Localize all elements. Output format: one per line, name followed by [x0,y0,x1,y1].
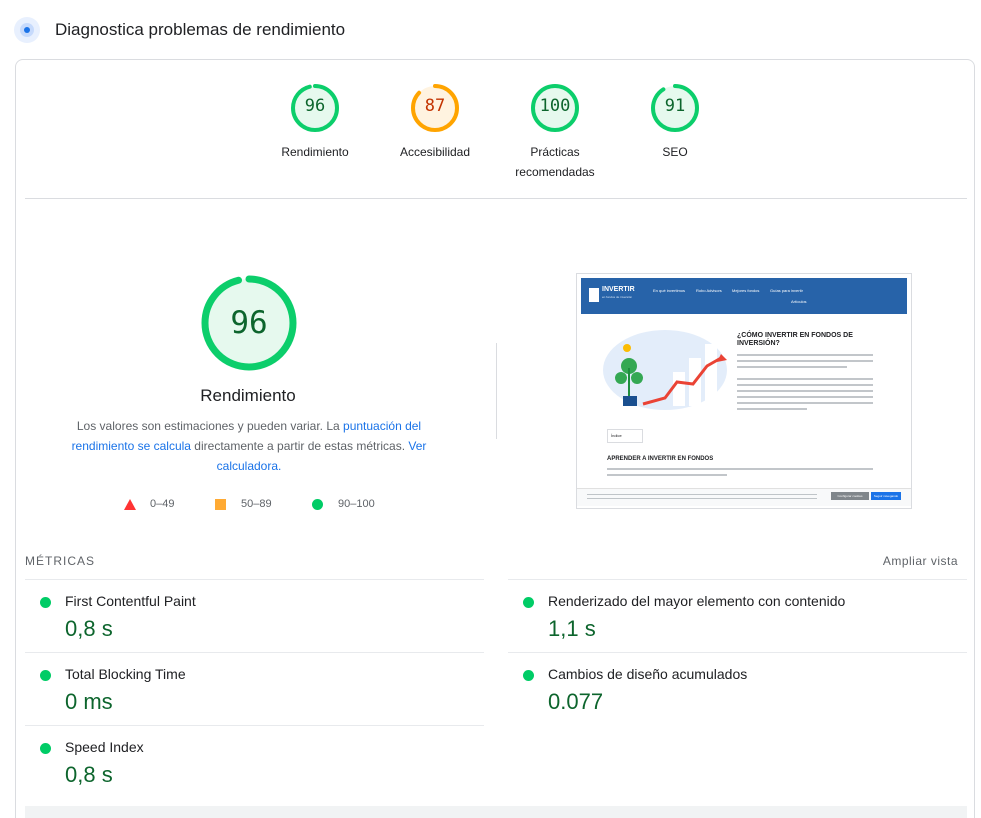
metric-si: Speed Index 0,8 s [25,725,484,798]
gauge-score: 87 [424,96,446,116]
circle-icon [312,499,323,510]
metric-name: Renderizado del mayor elemento con conte… [548,593,846,609]
text-line [737,354,873,356]
legend-range: 0–49 [150,498,175,510]
text-line [737,408,807,410]
pass-circle-icon [523,670,534,681]
section-header: Diagnostica problemas de rendimiento [0,0,981,60]
cookie-config-button: Configurar cookies [831,492,869,500]
screenshot-navbar: INVERTIR en fondos de inversión En qué i… [581,278,907,314]
text-line [607,474,727,476]
text-line [587,494,817,495]
text-line [737,378,873,380]
report-card: 96 Rendimiento 87 Accesibilidad 100 Prác… [15,59,975,818]
metric-value: 0.077 [548,689,604,714]
performance-score: 96 [230,305,268,341]
pass-circle-icon [40,743,51,754]
text-line [587,498,817,499]
desc-text: Los valores son estimaciones y pueden va… [76,419,344,433]
square-icon [215,499,226,510]
screenshot-heading: ¿CÓMO INVERTIR EN FONDOS DE INVERSIÓN? [737,332,853,347]
nav-item: Mejores fondos [732,288,760,293]
text-line [737,402,873,404]
desc-text: directamente a partir de estas métricas. [190,439,409,453]
nav-item: Guías para invertir [770,288,803,293]
nav-item: En qué invertimos [653,288,686,293]
metric-lcp: Renderizado del mayor elemento con conte… [508,579,967,652]
metrics-heading: MÉTRICAS [25,554,96,568]
legend-range: 90–100 [338,498,375,510]
gauge-label: SEO [662,145,688,159]
metric-fcp: First Contentful Paint 0,8 s [25,579,484,652]
section-title: Diagnostica problemas de rendimiento [55,20,346,39]
text-line [737,366,847,368]
gauge-performance[interactable]: 96 Rendimiento [255,82,375,162]
score-legend: 0–49 50–89 90–100 [124,496,414,512]
pass-circle-icon [523,597,534,608]
gauge-label: Rendimiento [281,145,349,159]
legend-range: 50–89 [241,498,272,510]
metric-tbt: Total Blocking Time 0 ms [25,652,484,725]
nav-item: Artículos [791,299,807,304]
category-gauges: 96 Rendimiento 87 Accesibilidad 100 Prác… [16,82,974,202]
metric-name: First Contentful Paint [65,593,196,609]
text-line [737,360,873,362]
lighthouse-icon [14,17,40,43]
metric-value: 0 ms [65,689,113,714]
chart-illustration-icon [603,330,727,410]
metric-name: Cambios de diseño acumulados [548,666,748,682]
site-logo-sub: en fondos de inversión [602,295,633,299]
gauge-score: 91 [664,96,686,116]
metric-name: Total Blocking Time [65,666,186,682]
metric-value: 0,8 s [65,762,113,787]
gauge-score: 100 [539,96,571,116]
gauge-score: 96 [304,96,326,116]
text-line [737,396,873,398]
pass-circle-icon [40,597,51,608]
performance-description: Los valores son estimaciones y pueden va… [68,416,430,476]
screenshot-subheading: APRENDER A INVERTIR EN FONDOS [607,456,714,462]
metric-value: 0,8 s [65,616,113,641]
text-line [737,384,873,386]
page-screenshot[interactable]: INVERTIR en fondos de inversión En qué i… [576,273,912,509]
text-line [737,390,873,392]
metric-value: 1,1 s [548,616,596,641]
pass-circle-icon [40,670,51,681]
triangle-icon [124,499,136,510]
text-line [607,468,873,470]
cookie-accept-button: Seguir navegando [871,492,901,500]
bottom-bar [25,806,967,818]
expand-view-toggle[interactable]: Ampliar vista [883,554,958,568]
site-logo-icon [589,288,599,302]
metric-cls: Cambios de diseño acumulados 0.077 [508,652,967,725]
gauge-accessibility[interactable]: 87 Accesibilidad [375,82,495,162]
gauge-label: Prácticas recomendadas [515,145,595,179]
gauge-label: Accesibilidad [399,145,471,159]
performance-title: Rendimiento [200,386,296,405]
nav-item: Robo Advisors [696,288,722,293]
metric-name: Speed Index [65,739,144,755]
gauge-seo[interactable]: 91 SEO [615,82,735,162]
vertical-divider [496,343,497,439]
divider [25,198,967,199]
site-logo: INVERTIR [602,286,635,293]
index-box: Índice [607,429,643,443]
gauge-best-practices[interactable]: 100 Prácticas recomendadas [495,82,615,182]
